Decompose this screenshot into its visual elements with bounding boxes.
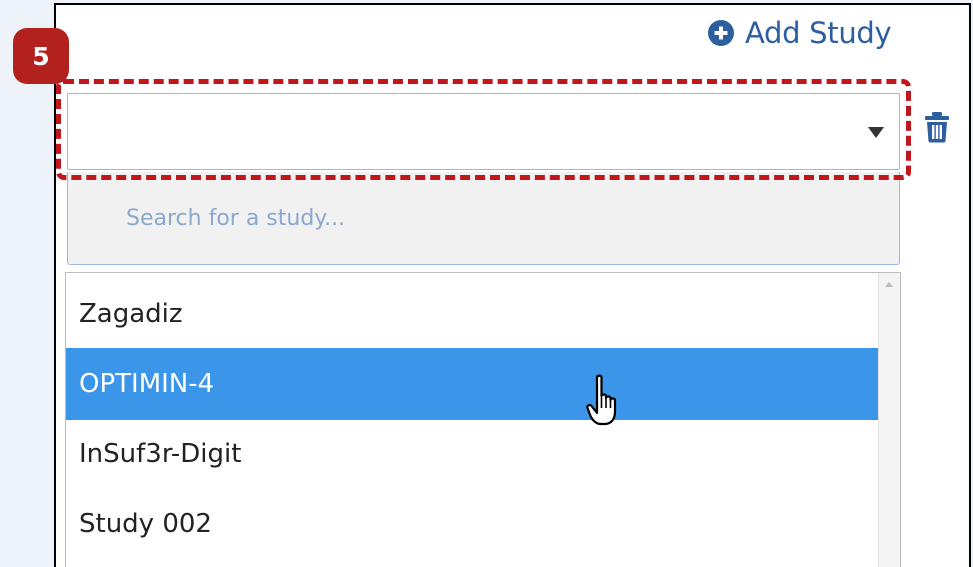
study-options-list[interactable]: Zagadiz OPTIMIN-4 InSuf3r-Digit Study 00… (65, 272, 901, 567)
list-item-zagadiz[interactable]: Zagadiz (66, 278, 878, 350)
screenshot-canvas: 5 Add Study Zagadiz OPTIMIN-4 InSuf3r-Di… (0, 0, 973, 567)
add-study-link[interactable]: Add Study (707, 14, 892, 52)
study-search-input[interactable] (68, 172, 899, 264)
add-study-label: Add Study (745, 16, 892, 50)
scroll-up-arrow-icon[interactable] (885, 282, 893, 287)
caret-down-icon[interactable] (868, 127, 884, 138)
study-search-container (67, 172, 900, 265)
list-item-study-002[interactable]: Study 002 (66, 488, 878, 560)
list-item-insuf3r-digit[interactable]: InSuf3r-Digit (66, 418, 878, 490)
list-item-optimin-4[interactable]: OPTIMIN-4 (66, 348, 878, 420)
plus-circle-icon (708, 20, 734, 46)
study-select-dropdown[interactable] (67, 93, 900, 170)
step-number-badge: 5 (13, 28, 69, 84)
trash-icon[interactable] (924, 111, 950, 143)
list-scrollbar[interactable] (878, 273, 900, 567)
